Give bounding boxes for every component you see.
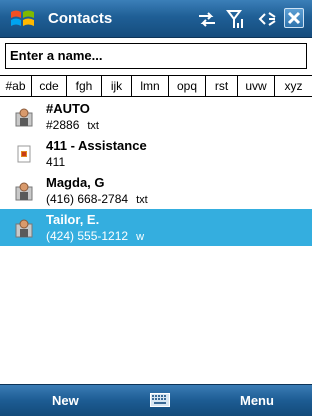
contact-detail: #2886 txt [46,118,99,132]
new-softkey[interactable]: New [52,393,79,408]
contact-name: Tailor, E. [46,212,100,227]
contact-type: txt [87,120,99,132]
contact-person-icon [15,108,33,127]
signal-antenna-icon[interactable] [226,8,246,30]
connectivity-arrows-icon[interactable] [196,8,218,30]
tab-rst[interactable]: rst [206,76,238,96]
contact-row-auto[interactable]: #AUTO #2886 txt [0,98,312,135]
contact-detail: (416) 668-2784 txt [46,192,148,206]
contact-person-icon [15,182,33,201]
alphabet-tabs: #ab cde fgh ijk lmn opq rst uvw xyz [0,75,312,97]
contact-list: #AUTO #2886 txt 411 - Assistance 411 Magd… [0,98,312,246]
volume-speaker-icon[interactable] [256,8,278,30]
contact-row-tailor-selected[interactable]: Tailor, E. (424) 555-1212 w [0,209,312,246]
tab-cde[interactable]: cde [32,76,67,96]
contact-row-411[interactable]: 411 - Assistance 411 [0,135,312,172]
tab-ab[interactable]: #ab [0,76,32,96]
menu-softkey[interactable]: Menu [240,393,274,408]
tab-ijk[interactable]: ijk [102,76,132,96]
softkey-bar: New Menu [0,384,312,416]
contact-name: #AUTO [46,101,90,116]
contact-detail: (424) 555-1212 w [46,229,145,243]
search-input[interactable]: Enter a name... [5,43,307,69]
tab-opq[interactable]: opq [169,76,206,96]
sim-contact-icon [17,145,31,163]
contact-type: w [136,231,145,243]
keyboard-icon[interactable] [150,393,170,407]
tab-lmn[interactable]: lmn [132,76,169,96]
tab-uvw[interactable]: uvw [238,76,275,96]
close-icon [287,11,301,25]
contact-person-icon [15,219,33,238]
title-bar: Contacts [0,0,312,38]
contact-type: txt [136,194,148,206]
window-title: Contacts [48,10,113,27]
close-button[interactable] [284,8,304,28]
start-flag-icon[interactable] [8,6,38,32]
contact-name: Magda, G [46,175,105,190]
tab-fgh[interactable]: fgh [67,76,102,96]
contact-name: 411 - Assistance [46,138,147,153]
tab-xyz[interactable]: xyz [275,76,312,96]
contact-row-magda[interactable]: Magda, G (416) 668-2784 txt [0,172,312,209]
contact-detail: 411 [46,155,66,169]
